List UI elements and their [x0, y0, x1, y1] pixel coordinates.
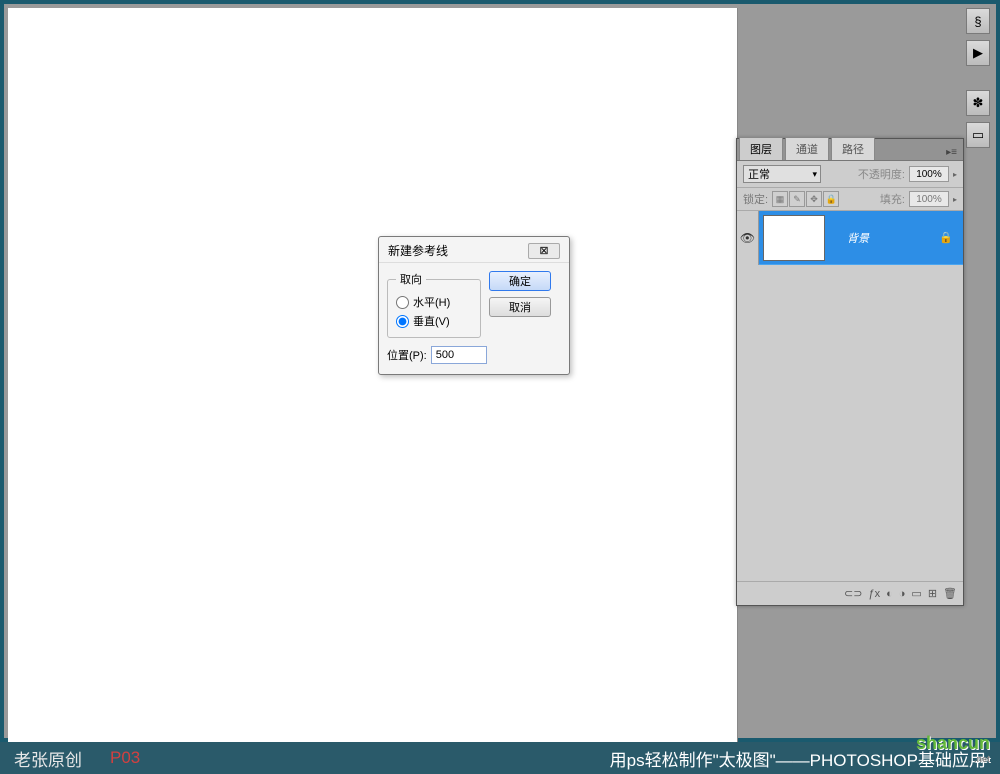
panel-menu-icon[interactable]: ▸≡ [940, 145, 963, 160]
chevron-icon[interactable]: ▸ [953, 195, 957, 204]
dialog-titlebar[interactable]: 新建参考线 ⊠ [379, 237, 569, 263]
author-label: 老张原创 [14, 746, 82, 771]
position-input[interactable] [431, 346, 487, 364]
cancel-button[interactable]: 取消 [489, 297, 551, 317]
image-icon[interactable]: ▭ [966, 122, 990, 148]
radio-vertical[interactable]: 垂直(V) [396, 313, 472, 329]
app-frame: § ▶ ✽ ▭ 图层 通道 路径 ▸≡ 正常 不透明度: 100% ▸ 锁定: … [0, 0, 1000, 742]
layer-name[interactable]: 背景 [847, 230, 869, 246]
lock-pixels-icon[interactable]: ▦ [772, 191, 788, 207]
layer-list: 👁 背景 🔒 [737, 211, 963, 581]
lock-row: 锁定: ▦ ✎ ✥ 🔒 填充: 100% ▸ [737, 188, 963, 211]
lock-brush-icon[interactable]: ✎ [789, 191, 805, 207]
layer-row[interactable]: 👁 背景 🔒 [737, 211, 963, 265]
dialog-title: 新建参考线 [388, 242, 448, 259]
layer-thumbnail[interactable] [763, 215, 825, 261]
blend-mode-select[interactable]: 正常 [743, 165, 821, 183]
adjust-icon[interactable]: ◑ [899, 588, 906, 600]
watermark: shancun.net [916, 733, 990, 764]
fieldset-legend: 取向 [396, 271, 426, 287]
orientation-fieldset: 取向 水平(H) 垂直(V) [387, 271, 481, 338]
lock-move-icon[interactable]: ✥ [806, 191, 822, 207]
fx-icon[interactable]: ƒx [868, 588, 880, 600]
position-label: 位置(P): [387, 347, 427, 363]
action-icon[interactable]: ▶ [966, 40, 990, 66]
panel-footer: ⊂⊃ ƒx ◐ ◑ ▭ ⊞ 🗑 [737, 581, 963, 605]
lock-all-icon[interactable]: 🔒 [823, 191, 839, 207]
blend-row: 正常 不透明度: 100% ▸ [737, 161, 963, 188]
link-icon[interactable]: ⊂⊃ [844, 587, 862, 600]
new-guide-dialog: 新建参考线 ⊠ 取向 水平(H) 垂直(V) 确定 取消 位置(P): [378, 236, 570, 375]
close-icon[interactable]: ⊠ [528, 243, 560, 259]
trash-icon[interactable]: 🗑 [943, 587, 957, 600]
radio-horizontal[interactable]: 水平(H) [396, 294, 472, 310]
radio-vertical-input[interactable] [396, 315, 409, 328]
gear-icon[interactable]: ✽ [966, 90, 990, 116]
tab-channels[interactable]: 通道 [785, 137, 829, 160]
layers-panel: 图层 通道 路径 ▸≡ 正常 不透明度: 100% ▸ 锁定: ▦ ✎ ✥ 🔒 … [736, 138, 964, 606]
lock-icon: 🔒 [939, 231, 953, 244]
chevron-icon[interactable]: ▸ [953, 170, 957, 179]
fill-label: 填充: [880, 191, 905, 207]
new-layer-icon[interactable]: ⊞ [928, 587, 937, 600]
panel-tabs: 图层 通道 路径 ▸≡ [737, 139, 963, 161]
opacity-value[interactable]: 100% [909, 166, 949, 182]
ok-button[interactable]: 确定 [489, 271, 551, 291]
mask-icon[interactable]: ◐ [886, 588, 893, 600]
tutorial-footer: 老张原创 P03 用ps轻松制作"太极图"——PHOTOSHOP基础应用 [0, 742, 1000, 774]
radio-horizontal-input[interactable] [396, 296, 409, 309]
tab-layers[interactable]: 图层 [739, 137, 783, 160]
tab-paths[interactable]: 路径 [831, 137, 875, 160]
lock-label: 锁定: [743, 191, 768, 207]
canvas[interactable] [8, 8, 738, 742]
page-number: P03 [110, 748, 140, 768]
fill-value[interactable]: 100% [909, 191, 949, 207]
visibility-eye-icon[interactable]: 👁 [737, 211, 759, 265]
folder-icon[interactable]: ▭ [911, 587, 921, 600]
right-toolbar: § ▶ ✽ ▭ [966, 8, 992, 154]
opacity-label: 不透明度: [858, 166, 905, 182]
history-icon[interactable]: § [966, 8, 990, 34]
